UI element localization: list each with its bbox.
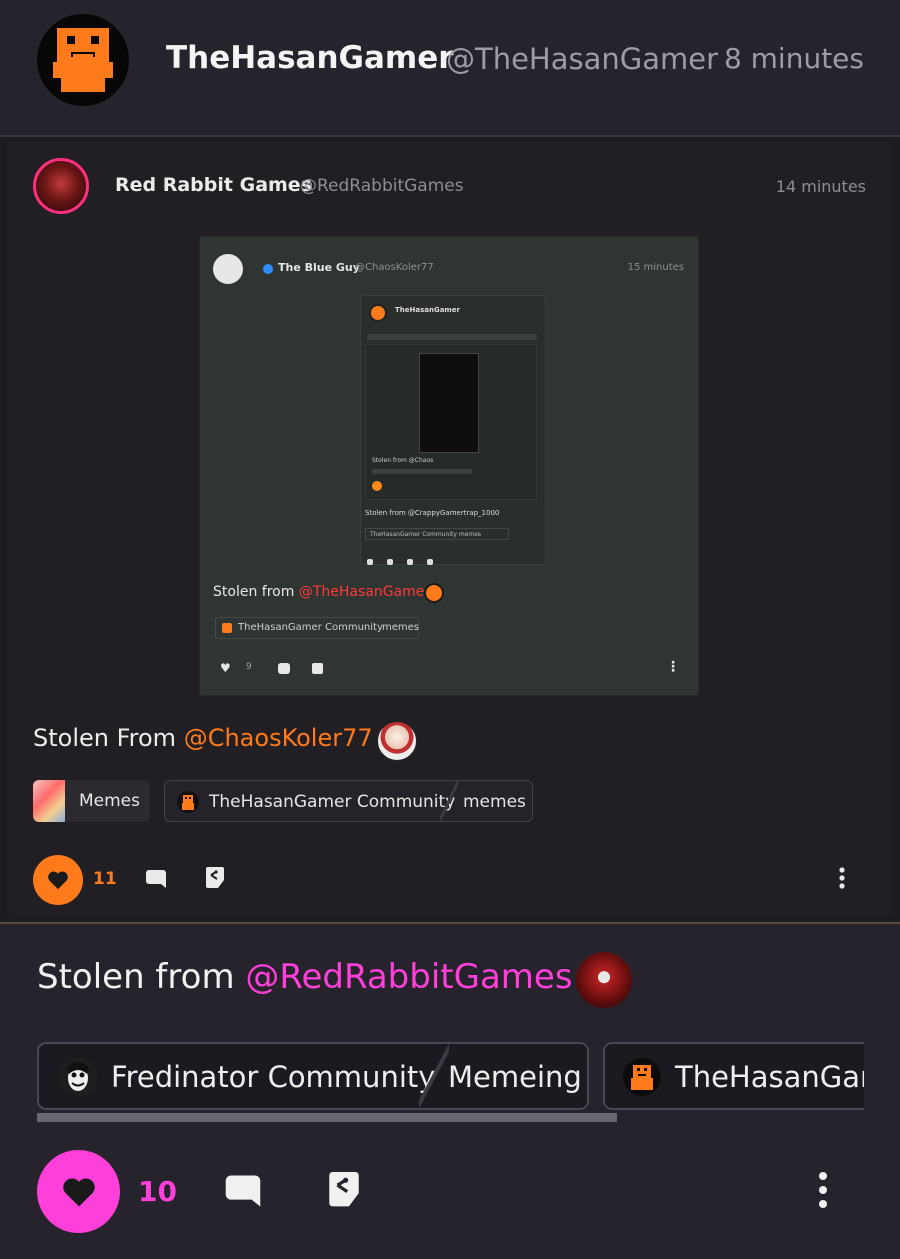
post-text: Stolen from @RedRabbitGames bbox=[37, 957, 573, 997]
screenshot-nested-actions bbox=[367, 550, 537, 565]
memes-community-image bbox=[33, 780, 65, 822]
embedded-mention-avatar[interactable] bbox=[376, 720, 418, 762]
embedded-tag-topic-label: memes bbox=[463, 792, 526, 812]
embedded-post-text: Stolen From @ChaosKoler77 bbox=[33, 724, 373, 752]
post-tag-thehasangamer-label: TheHasanGam bbox=[675, 1060, 864, 1094]
screenshot-nested-header-line bbox=[367, 334, 537, 340]
embedded-tag-memes[interactable]: Memes bbox=[33, 780, 150, 822]
screenshot-post-time: 15 minutes bbox=[627, 262, 684, 273]
embedded-author-name[interactable]: Red Rabbit Games bbox=[115, 174, 312, 196]
embedded-tag-community[interactable]: TheHasanGamer Community memes bbox=[164, 780, 533, 822]
embedded-screenshot-image[interactable]: The Blue Guy @ChaosKoler77 15 minutes Th… bbox=[200, 237, 698, 695]
screenshot-author-handle: @ChaosKoler77 bbox=[355, 262, 434, 273]
share-icon[interactable] bbox=[326, 1170, 362, 1214]
screenshot-nested-stolen-text: Stolen from @CrappyGamertrap_1000 bbox=[365, 509, 500, 517]
post-tag-fredinator-label: Fredinator Community bbox=[111, 1060, 436, 1094]
tag-divider bbox=[419, 1044, 449, 1108]
screenshot-nested-inner: Stolen from @Chaos bbox=[365, 344, 537, 500]
screenshot-nested-avatar bbox=[369, 304, 387, 322]
post-tags-scroller[interactable]: Fredinator Community Memeing TheHasanGam bbox=[37, 1042, 864, 1112]
screenshot-nested-card: TheHasanGamer Stolen from @Chaos Stolen … bbox=[360, 295, 546, 565]
screenshot-inner-tag-bar bbox=[372, 469, 472, 474]
screenshot-comment-icon bbox=[278, 663, 290, 674]
post-mention-link[interactable]: @RedRabbitGames bbox=[245, 957, 572, 997]
post-mention-avatar[interactable] bbox=[576, 952, 632, 1008]
post-tag-fredinator[interactable]: Fredinator Community Memeing bbox=[37, 1042, 589, 1110]
screenshot-phone-image bbox=[419, 353, 479, 453]
heart-icon bbox=[48, 871, 68, 890]
screenshot-community-topic: memes bbox=[382, 622, 419, 633]
screenshot-nested-tag: TheHasanGamer Community memes bbox=[365, 528, 509, 540]
embedded-post-time: 14 minutes bbox=[775, 177, 866, 196]
comment-icon[interactable] bbox=[224, 1172, 262, 1214]
screenshot-nested-author: TheHasanGamer bbox=[395, 306, 460, 314]
post-tag-fredinator-topic: Memeing bbox=[448, 1060, 582, 1094]
embedded-mention-link[interactable]: @ChaosKoler77 bbox=[184, 724, 373, 752]
screenshot-author-avatar bbox=[213, 254, 243, 284]
embedded-like-count: 11 bbox=[93, 869, 117, 889]
screenshot-heart-icon: ♥ bbox=[220, 661, 231, 675]
embedded-author-handle[interactable]: @RedRabbitGames bbox=[300, 176, 464, 196]
thehasangamer-community-icon bbox=[623, 1058, 661, 1096]
screenshot-post-text: Stolen from @TheHasanGamer bbox=[213, 584, 431, 600]
like-button[interactable] bbox=[37, 1150, 120, 1233]
like-count: 10 bbox=[138, 1175, 177, 1208]
embedded-comment-icon[interactable] bbox=[145, 868, 167, 894]
embedded-share-icon[interactable] bbox=[204, 866, 226, 894]
post-header: TheHasanGamer @TheHasanGamer 8 minutes bbox=[0, 0, 900, 135]
tags-scrollbar[interactable] bbox=[37, 1113, 864, 1122]
author-avatar[interactable] bbox=[37, 14, 129, 106]
screenshot-author-name: The Blue Guy bbox=[278, 261, 360, 274]
screenshot-community-icon bbox=[222, 623, 232, 633]
embedded-tag-memes-label: Memes bbox=[79, 791, 141, 811]
screenshot-community-name: TheHasanGamer Community bbox=[238, 622, 383, 633]
tag-divider bbox=[440, 781, 458, 821]
embedded-author-avatar[interactable] bbox=[33, 158, 89, 214]
embedded-more-icon[interactable] bbox=[832, 866, 852, 894]
screenshot-inner-stolen-text: Stolen from @Chaos bbox=[372, 457, 434, 464]
author-handle[interactable]: @TheHasanGamer bbox=[446, 42, 718, 76]
post-tag-thehasangamer[interactable]: TheHasanGam bbox=[603, 1042, 864, 1110]
screenshot-like-count: 9 bbox=[246, 662, 252, 672]
embedded-tag-community-label: TheHasanGamer Community bbox=[209, 792, 456, 812]
tags-scrollbar-thumb[interactable] bbox=[37, 1113, 617, 1122]
more-vertical-icon[interactable] bbox=[812, 1170, 834, 1214]
screenshot-actions: ♥ 9 ⋮ bbox=[220, 659, 690, 677]
embedded-like-button[interactable] bbox=[33, 855, 83, 905]
screenshot-verified-dot bbox=[263, 264, 273, 274]
author-name[interactable]: TheHasanGamer bbox=[166, 40, 454, 76]
fredinator-community-icon bbox=[59, 1058, 97, 1096]
screenshot-share-icon bbox=[312, 663, 323, 674]
heart-icon bbox=[63, 1178, 95, 1207]
screenshot-mention-avatar bbox=[424, 583, 444, 603]
screenshot-inner-like-icon bbox=[372, 481, 382, 491]
screenshot-community-tag: TheHasanGamer Community memes bbox=[215, 617, 419, 639]
community-icon bbox=[177, 791, 199, 813]
screenshot-more-icon: ⋮ bbox=[666, 659, 680, 675]
post-time: 8 minutes bbox=[723, 42, 864, 75]
